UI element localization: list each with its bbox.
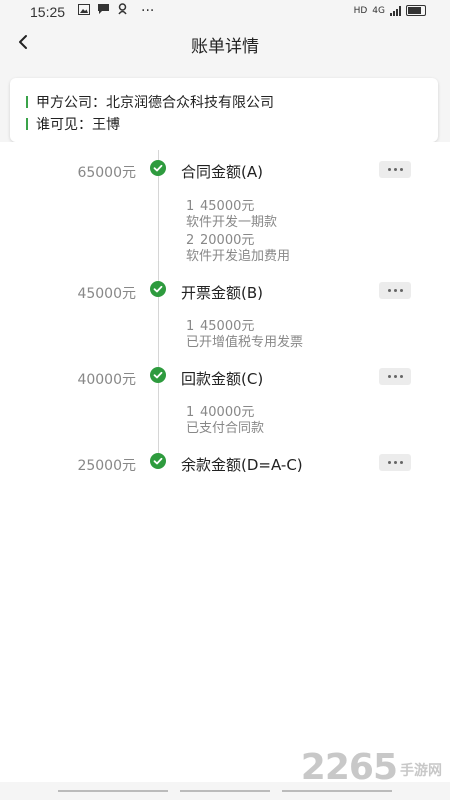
item-amount: 40000元 [77, 372, 136, 388]
check-icon [150, 453, 166, 469]
system-nav-bar [0, 782, 450, 800]
detail-line: 2 20000元 [186, 233, 255, 248]
info-card: 甲方公司：北京润德合众科技有限公司 谁可见：王博 [10, 78, 438, 142]
navbar: 账单详情 [0, 24, 450, 62]
network-label: 4G [372, 5, 385, 16]
status-bar: 15:25 ··· HD 4G [0, 0, 450, 24]
item-amount: 25000元 [77, 458, 136, 474]
message-icon [97, 3, 110, 19]
status-right: HD 4G [354, 5, 426, 16]
item-amount: 45000元 [77, 286, 136, 302]
hd-label: HD [353, 5, 368, 16]
detail-line: 1 40000元 [186, 405, 255, 420]
detail-line: 1 45000元 [186, 319, 255, 334]
item-amount: 65000元 [77, 165, 136, 181]
watermark-text: 手游网 [400, 763, 442, 779]
timeline-line [158, 150, 159, 460]
check-icon [150, 160, 166, 176]
accent-bar [26, 118, 28, 130]
detail-line: 1 45000元 [186, 199, 255, 214]
party-a-row: 甲方公司：北京润德合众科技有限公司 [26, 92, 274, 112]
page-title: 账单详情 [191, 37, 259, 57]
more-notifications-icon: ··· [141, 3, 155, 19]
check-icon [150, 367, 166, 383]
detail-desc: 已支付合同款 [186, 421, 265, 436]
nav-indicator [58, 790, 168, 792]
item-title: 回款金额(C) [181, 370, 264, 388]
check-icon [150, 281, 166, 297]
app-icon [117, 3, 128, 19]
detail-desc: 已开增值税专用发票 [186, 335, 304, 350]
item-title: 合同金额(A) [181, 163, 263, 181]
item-title: 开票金额(B) [181, 284, 263, 302]
accent-bar [26, 96, 28, 108]
more-button[interactable] [379, 282, 411, 299]
nav-indicator [180, 790, 270, 792]
signal-icon [390, 5, 401, 16]
nav-indicator [282, 790, 392, 792]
visible-to-row: 谁可见：王博 [26, 114, 120, 134]
more-button[interactable] [379, 161, 411, 178]
status-time: 15:25 [30, 4, 66, 20]
item-title: 余款金额(D=A-C) [181, 456, 303, 474]
visible-to-text: 谁可见：王博 [36, 117, 120, 133]
notification-icons: ··· [78, 3, 154, 19]
detail-desc: 软件开发追加费用 [186, 249, 291, 264]
detail-desc: 软件开发一期款 [186, 215, 278, 230]
image-icon [78, 3, 90, 19]
battery-icon [406, 5, 426, 16]
more-button[interactable] [379, 368, 411, 385]
more-button[interactable] [379, 454, 411, 471]
party-a-text: 甲方公司：北京润德合众科技有限公司 [36, 95, 274, 111]
